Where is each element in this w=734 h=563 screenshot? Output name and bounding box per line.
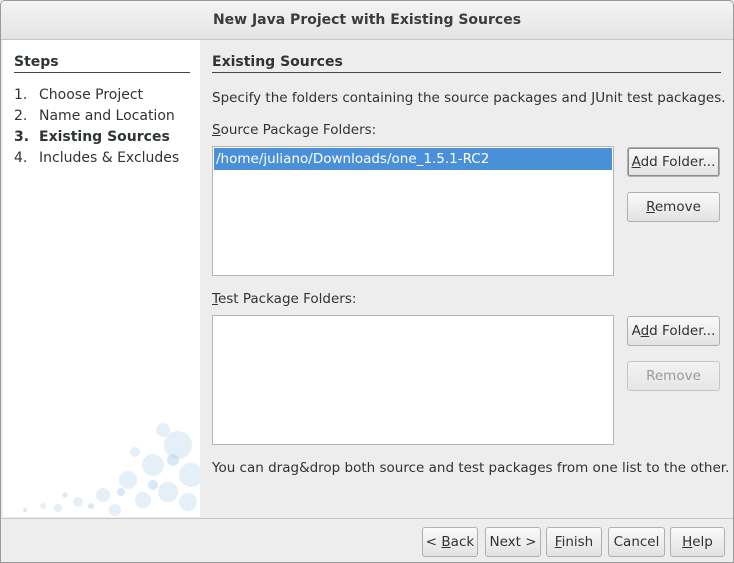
mnemonic: F [554,534,562,550]
button-label: d Folder... [649,323,716,339]
source-folders-list[interactable]: /home/juliano/Downloads/one_1.5.1-RC2 [212,146,614,276]
step-label: Existing Sources [39,129,170,145]
mnemonic: A [631,154,641,170]
steps-heading: Steps [14,54,190,73]
source-remove-button[interactable]: Remove [627,192,720,222]
step-number: 2. [14,108,28,124]
button-label: Next > [489,534,537,550]
step-number: 4. [14,150,28,166]
mnemonic: B [441,534,451,550]
source-folders-label: Source Package Folders: [212,122,376,138]
label-text: est Package Folders: [217,291,357,307]
label-text: ource Package Folders: [220,122,377,138]
window-title: New Java Project with Existing Sources [212,12,522,28]
step-item-name-and-location: 2. Name and Location [14,108,175,124]
test-folders-list[interactable] [212,315,614,445]
list-item-selected[interactable]: /home/juliano/Downloads/one_1.5.1-RC2 [214,148,612,170]
back-button[interactable]: < Back [422,527,478,557]
mnemonic: R [646,199,655,215]
test-folders-label: Test Package Folders: [212,291,356,307]
help-button[interactable]: Help [670,527,725,557]
button-label: Remove [646,368,701,384]
step-item-includes-excludes: 4. Includes & Excludes [14,150,179,166]
steps-panel: Steps 1. Choose Project 2. Name and Locati… [3,40,200,517]
next-button[interactable]: Next > [485,527,541,557]
button-bar: < Back Next > Finish Cancel Help [1,518,733,562]
step-label: Includes & Excludes [39,150,180,166]
section-description: Specify the folders containing the sourc… [212,90,726,106]
step-number: 3. [14,129,30,145]
mnemonic: S [212,122,221,138]
button-label: inish [561,534,594,550]
test-add-folder-button[interactable]: Add Folder... [627,316,720,346]
mnemonic: H [682,534,693,550]
button-label: emove [654,199,701,215]
drag-drop-hint: You can drag&drop both source and test p… [212,460,730,476]
button-label-prefix: < [425,534,442,550]
source-add-folder-button[interactable]: Add Folder... [627,147,720,177]
test-remove-button[interactable]: Remove [627,361,720,391]
button-label: Cancel [613,534,660,550]
step-label: Choose Project [39,87,144,103]
button-label: elp [692,534,713,550]
button-label: ack [450,534,475,550]
button-label-prefix: A [631,323,641,339]
step-item-existing-sources: 3. Existing Sources [14,129,170,145]
dialog-window: New Java Project with Existing Sources S… [0,0,734,563]
mnemonic: d [640,323,650,339]
cancel-button[interactable]: Cancel [608,527,665,557]
step-label: Name and Location [39,108,175,124]
finish-button[interactable]: Finish [546,527,602,557]
title-bar[interactable]: New Java Project with Existing Sources [1,1,733,40]
step-number: 1. [14,87,28,103]
section-heading: Existing Sources [212,54,721,73]
button-label: dd Folder... [640,154,716,170]
step-item-choose-project: 1. Choose Project [14,87,143,103]
